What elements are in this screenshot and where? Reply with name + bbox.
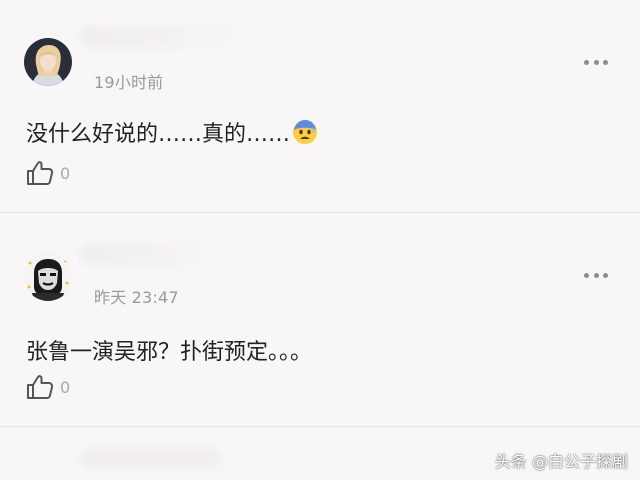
comment-text: 张鲁一演吴邪？扑街预定。。。 <box>26 340 313 365</box>
like-button[interactable]: 0 <box>26 160 70 186</box>
more-button[interactable] <box>584 271 608 279</box>
watermark: 头条 @白公子探剧 <box>494 452 628 471</box>
thumbs-up-icon <box>27 375 54 399</box>
anxious-face-emoji <box>292 119 318 151</box>
comment-item: 19小时前 没什么好说的……真的…… 0 <box>0 0 640 212</box>
like-count: 0 <box>60 377 71 397</box>
more-dots-icon <box>584 272 589 278</box>
more-dots-icon <box>584 59 589 65</box>
like-button[interactable]: 0 <box>26 374 70 400</box>
avatar[interactable] <box>24 38 72 86</box>
avatar[interactable] <box>24 253 72 301</box>
comment-item: 昨天 23:47 张鲁一演吴邪？扑街预定。。。 0 <box>0 213 640 426</box>
next-comment-redacted <box>80 448 220 468</box>
username-redacted <box>80 243 210 265</box>
thumbs-up-icon <box>27 161 54 185</box>
comment-time: 19小时前 <box>94 73 164 92</box>
comment-time: 昨天 23:47 <box>94 288 179 307</box>
comment-list: 19小时前 没什么好说的……真的…… 0 昨天 23:47 张鲁一演吴邪？扑街预… <box>0 0 640 480</box>
like-count: 0 <box>60 163 71 183</box>
divider <box>0 426 640 427</box>
more-button[interactable] <box>584 58 608 66</box>
username-redacted <box>80 26 240 48</box>
comment-text: 没什么好说的……真的…… <box>26 116 318 151</box>
